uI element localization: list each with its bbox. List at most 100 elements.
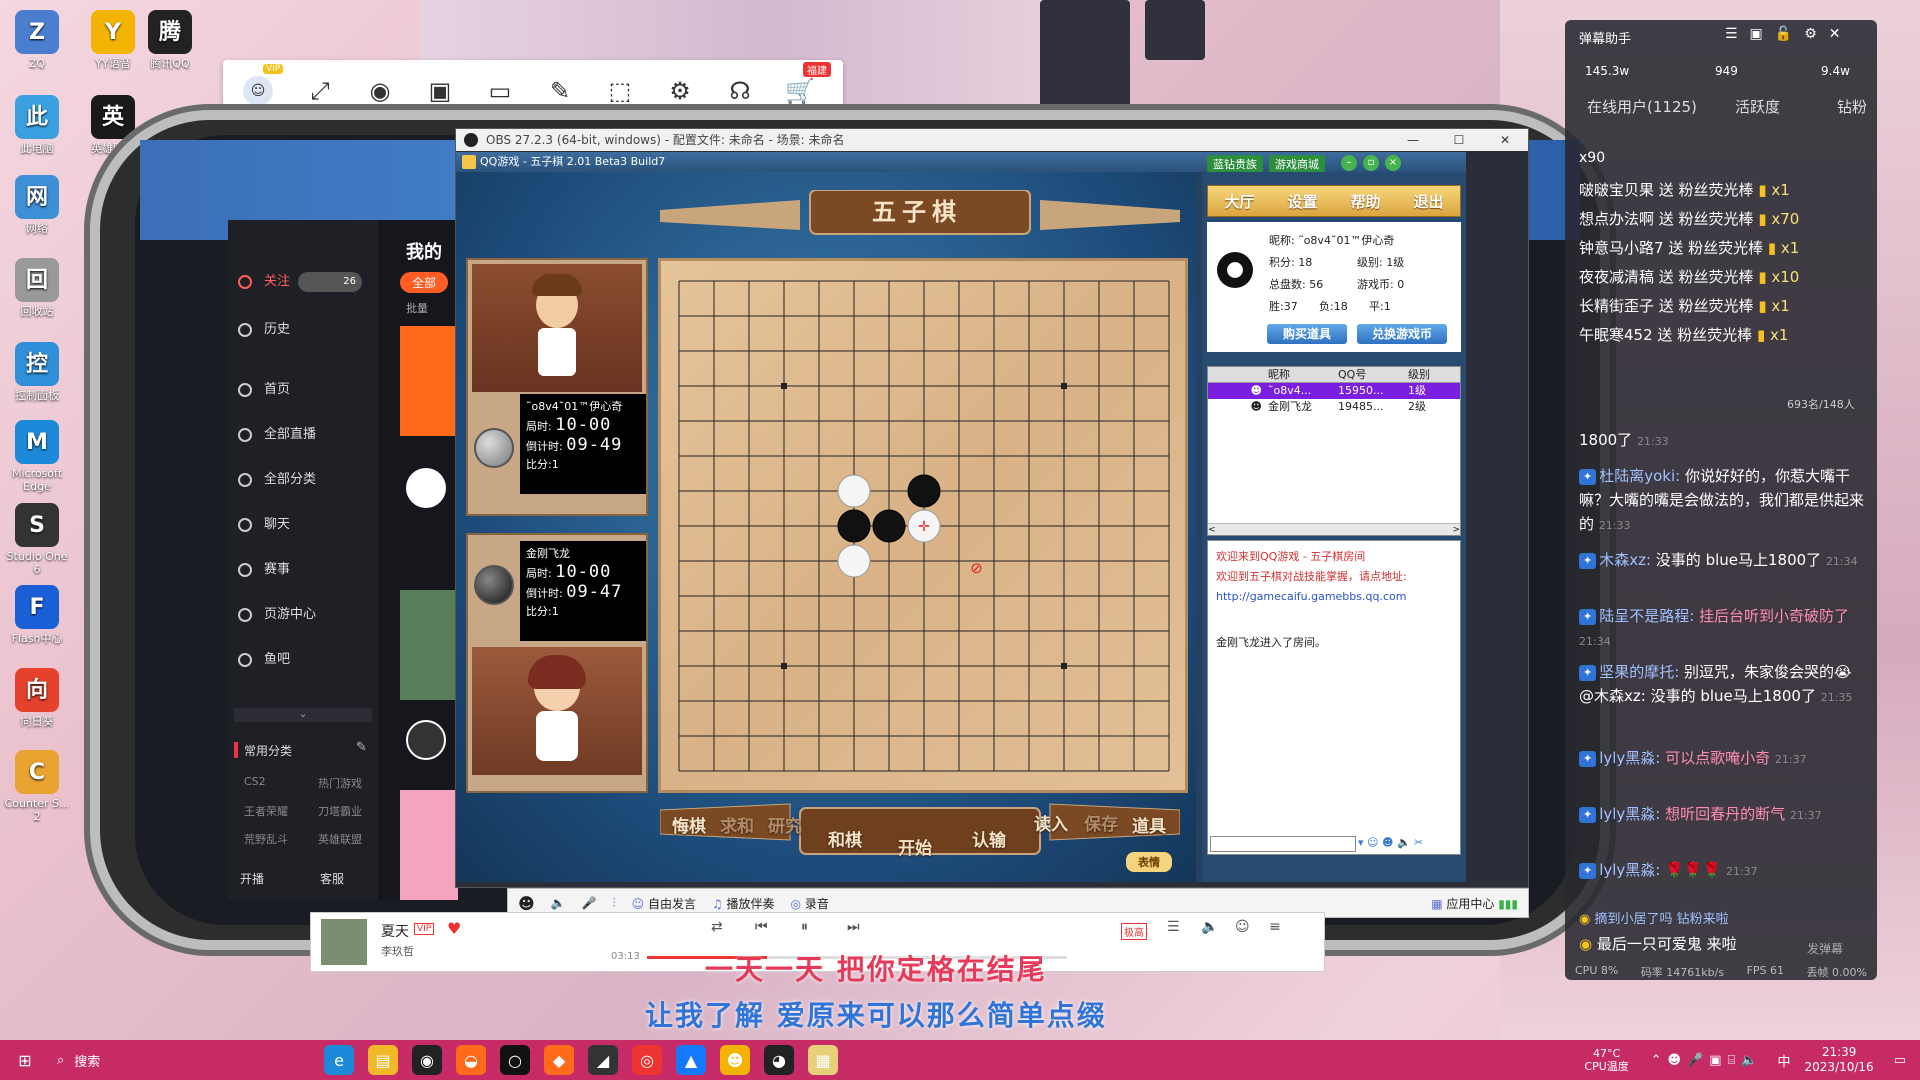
quality-badge[interactable]: 极高 bbox=[1121, 923, 1147, 940]
record-button[interactable]: ◎ 录音 bbox=[791, 895, 829, 912]
menu-help[interactable]: 帮助 bbox=[1350, 191, 1380, 212]
batch-link[interactable]: 批量 bbox=[406, 300, 428, 316]
region-select-icon[interactable]: ⬚ bbox=[605, 76, 635, 106]
studio-one-taskbar-icon[interactable]: ◢ bbox=[588, 1045, 618, 1075]
cart-icon[interactable]: 🛒 bbox=[785, 76, 815, 106]
board-grid[interactable]: ✛⊘ bbox=[661, 261, 1185, 790]
pause-icon[interactable]: ⏸ bbox=[801, 919, 808, 935]
chat-line[interactable]: http://gamecaifu.gamebbs.qq.com bbox=[1216, 587, 1452, 607]
app-center-button[interactable]: ▦ 应用中心 ▮▮▮ bbox=[1431, 895, 1518, 912]
equalizer-icon[interactable]: ⫶ bbox=[613, 896, 616, 911]
app-icon[interactable]: ◆ bbox=[544, 1045, 574, 1075]
desktop-icon[interactable]: 向向日葵 bbox=[2, 668, 72, 728]
mascot-icon[interactable]: ☻ bbox=[518, 894, 535, 913]
table-row[interactable]: ☻ 金刚飞龙 19485... 2级 bbox=[1208, 399, 1460, 415]
free-speech-button[interactable]: ☺ 自由发言 bbox=[632, 895, 696, 912]
gear-icon[interactable]: ⚙ bbox=[665, 76, 695, 106]
streamer-avatar[interactable] bbox=[406, 720, 446, 760]
control-3[interactable]: 和棋 bbox=[828, 826, 862, 851]
shuffle-icon[interactable]: ⇄ bbox=[711, 919, 723, 935]
sidebar-item[interactable]: 全部分类 bbox=[238, 470, 316, 490]
category-link[interactable]: 王者荣耀 bbox=[244, 803, 288, 819]
brush-icon[interactable]: ✎ bbox=[545, 76, 575, 106]
users-icon[interactable]: ☺ bbox=[1235, 919, 1250, 935]
control-4[interactable]: 开始 bbox=[898, 834, 932, 859]
desktop-icon[interactable]: 网网络 bbox=[2, 175, 72, 235]
category-link[interactable]: 英雄联盟 bbox=[318, 831, 362, 847]
netease-music-icon[interactable]: ◎ bbox=[632, 1045, 662, 1075]
fullscreen-icon[interactable]: ⤢ bbox=[305, 76, 335, 106]
control-6[interactable]: 读入 bbox=[1034, 810, 1068, 835]
chat-user[interactable]: 坚果的摩托: bbox=[1599, 663, 1684, 681]
edge-icon[interactable]: e bbox=[324, 1045, 354, 1075]
camera-icon[interactable]: ◉ bbox=[365, 76, 395, 106]
volume-icon[interactable]: 🔈 bbox=[1201, 919, 1218, 935]
follow-avatars[interactable]: 26 bbox=[298, 272, 362, 292]
desktop-icon[interactable]: 控控制面板 bbox=[2, 342, 72, 402]
restore-icon[interactable]: ▫ bbox=[1363, 155, 1379, 171]
headset-icon[interactable]: ☊ bbox=[725, 76, 755, 106]
category-link[interactable]: 荒野乱斗 bbox=[244, 831, 288, 847]
menu-settings[interactable]: 设置 bbox=[1287, 191, 1317, 212]
category-link[interactable]: CS2 bbox=[244, 775, 266, 788]
sidebar-item[interactable]: 赛事 bbox=[238, 560, 290, 580]
tencent-meeting-icon[interactable]: ▲ bbox=[676, 1045, 706, 1075]
qq-icon[interactable]: ◕ bbox=[764, 1045, 794, 1075]
chat-user[interactable]: 陆呈不是路程: bbox=[1599, 607, 1699, 625]
chat-input[interactable] bbox=[1210, 836, 1356, 852]
tab-diamond-fans[interactable]: 钻粉 bbox=[1837, 96, 1867, 117]
desktop-icon[interactable]: F Flash中心 bbox=[2, 585, 72, 645]
desktop-icon[interactable]: Z ZQ bbox=[2, 10, 72, 70]
category-link[interactable]: 热门游戏 bbox=[318, 775, 362, 791]
next-icon[interactable]: ⏭ bbox=[847, 919, 860, 935]
playlist-icon[interactable]: ☰ bbox=[1167, 919, 1180, 935]
speaker-icon[interactable]: 🔈 bbox=[551, 896, 566, 910]
chat-user[interactable]: lyly黑淼: bbox=[1599, 861, 1665, 879]
notification-icon[interactable]: ▭ bbox=[1894, 1053, 1906, 1068]
desktop-icon[interactable]: C Counter S... 2 bbox=[2, 750, 72, 823]
streamer-avatar[interactable] bbox=[406, 468, 446, 508]
send-danmaku-button[interactable]: 发弹幕 bbox=[1807, 940, 1843, 957]
app-icon[interactable]: ○ bbox=[500, 1045, 530, 1075]
desktop-icon[interactable]: 此此电脑 bbox=[2, 95, 72, 155]
col-nickname[interactable]: 昵称 bbox=[1268, 367, 1338, 382]
control-5[interactable]: 认输 bbox=[972, 826, 1006, 851]
control-2[interactable]: 研究 bbox=[768, 812, 802, 837]
service-link[interactable]: 客服 bbox=[320, 870, 344, 887]
chat-user[interactable]: lyly黑淼: bbox=[1599, 805, 1665, 823]
horizontal-scrollbar[interactable]: < > bbox=[1208, 523, 1460, 535]
sidebar-item[interactable]: 历史 bbox=[238, 320, 290, 340]
tray-icons[interactable]: ⌃☻🎤▣⌸🔈 bbox=[1651, 1053, 1764, 1068]
video-camera-icon[interactable]: ▣ bbox=[425, 76, 455, 106]
sidebar-item[interactable]: 全部直播 bbox=[238, 425, 316, 445]
gomoku-board[interactable]: ✛ ⊘ bbox=[658, 258, 1188, 793]
col-qq[interactable]: QQ号 bbox=[1338, 367, 1408, 382]
thumbnail[interactable] bbox=[400, 790, 458, 900]
douyu-taskbar-icon[interactable]: ◒ bbox=[456, 1045, 486, 1075]
taskbar-search[interactable]: ⌕ 搜索 bbox=[47, 1044, 317, 1076]
chevron-down-icon[interactable]: ⌄ bbox=[234, 708, 372, 722]
chat-user[interactable]: 杜陆离yoki: bbox=[1599, 467, 1685, 485]
tab-activity[interactable]: 活跃度 bbox=[1735, 96, 1780, 117]
chat-user[interactable]: lyly黑淼: bbox=[1599, 749, 1665, 767]
close-icon[interactable]: ✕ bbox=[1482, 129, 1528, 151]
clock[interactable]: 21:39 2023/10/16 bbox=[1805, 1045, 1874, 1075]
desktop-icon[interactable]: 腾腾讯QQ bbox=[135, 10, 205, 70]
control-8[interactable]: 道具 bbox=[1132, 812, 1166, 837]
album-cover[interactable] bbox=[321, 919, 367, 965]
yy-icon[interactable]: ☻ bbox=[720, 1045, 750, 1075]
control-7[interactable]: 保存 bbox=[1084, 810, 1118, 835]
mic-icon[interactable]: 🎤 bbox=[582, 896, 597, 910]
game-shop-button[interactable]: 游戏商城 bbox=[1269, 155, 1325, 173]
all-button[interactable]: 全部 bbox=[400, 272, 449, 293]
desktop-icon[interactable]: S Studio One 6 bbox=[2, 503, 72, 576]
control-1[interactable]: 求和 bbox=[720, 812, 754, 837]
thumbnail[interactable] bbox=[400, 590, 458, 700]
desktop-icon[interactable]: 回回收站 bbox=[2, 258, 72, 318]
file-explorer-icon[interactable]: ▤ bbox=[368, 1045, 398, 1075]
sidebar-item[interactable]: 首页 bbox=[238, 380, 290, 400]
tab-online-users[interactable]: 在线用户(1125) bbox=[1587, 96, 1697, 117]
control-0[interactable]: 悔棋 bbox=[672, 812, 706, 837]
accompaniment-button[interactable]: ♫ 播放伴奏 bbox=[712, 895, 775, 912]
edit-icon[interactable]: ✎ bbox=[356, 740, 367, 755]
